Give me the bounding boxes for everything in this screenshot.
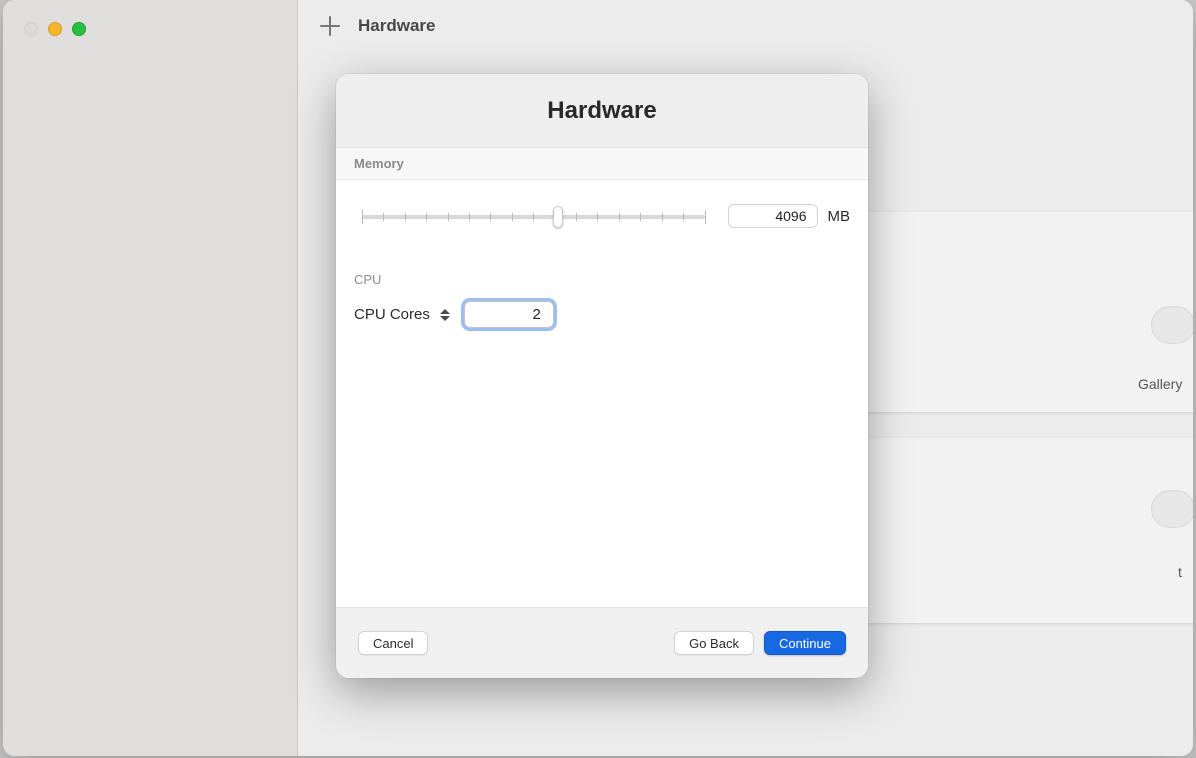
memory-section-label: Memory — [354, 156, 404, 171]
cancel-button[interactable]: Cancel — [358, 631, 428, 655]
main-window: Hardware Gallery t Hardware Memory — [3, 0, 1193, 756]
continue-button[interactable]: Continue — [764, 631, 846, 655]
slider-thumb[interactable] — [553, 206, 563, 228]
modal-header: Hardware — [336, 74, 868, 148]
hardware-modal: Hardware Memory MB CPU CPU Cores — [336, 74, 868, 678]
memory-unit-label: MB — [828, 208, 851, 225]
modal-title: Hardware — [547, 97, 656, 125]
chevron-up-icon — [440, 309, 450, 314]
cpu-cores-input[interactable] — [464, 301, 554, 328]
chevron-down-icon — [440, 316, 450, 321]
cpu-cores-stepper[interactable] — [440, 305, 454, 325]
memory-section: MB — [336, 180, 868, 262]
go-back-button[interactable]: Go Back — [674, 631, 754, 655]
modal-body: MB CPU CPU Cores — [336, 180, 868, 607]
cpu-cores-label: CPU Cores — [354, 306, 430, 323]
memory-slider[interactable] — [354, 202, 713, 230]
modal-footer: Cancel Go Back Continue — [336, 607, 868, 678]
slider-ticks — [362, 208, 705, 226]
cpu-section-label: CPU — [336, 262, 868, 301]
memory-section-header: Memory — [336, 148, 868, 180]
cpu-row: CPU Cores — [336, 301, 868, 328]
memory-input[interactable] — [728, 204, 818, 228]
